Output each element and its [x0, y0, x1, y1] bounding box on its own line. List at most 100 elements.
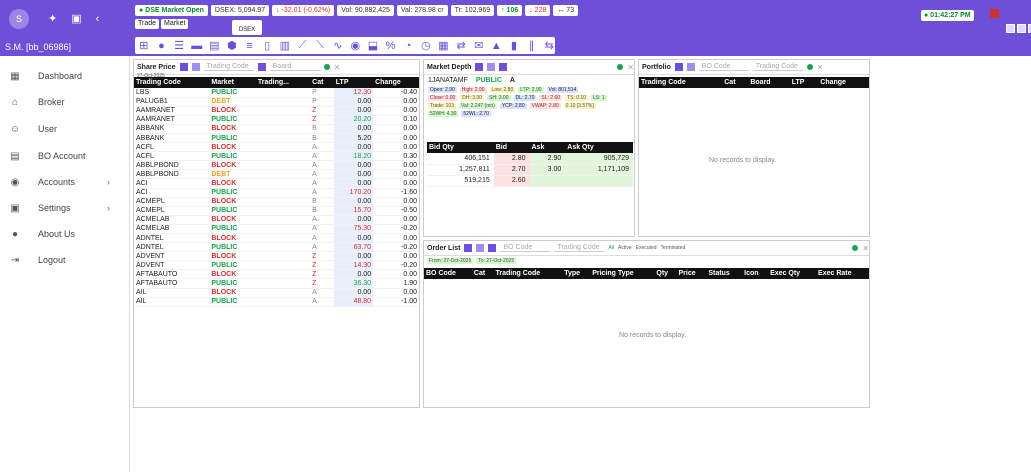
- column-header[interactable]: Exec Rate: [816, 268, 869, 279]
- from-date[interactable]: From: 27-Oct-2025: [427, 258, 474, 264]
- clock-icon[interactable]: ◷: [420, 39, 432, 52]
- table-row[interactable]: AIL BLOCK A 0.00 0.00: [134, 288, 419, 298]
- filter-terminated[interactable]: Terminated: [661, 245, 686, 251]
- shield-icon[interactable]: ⬢: [226, 39, 238, 52]
- table-row[interactable]: ABBANK PUBLIC B 5.20 0.00: [134, 133, 419, 144]
- grid-icon[interactable]: [674, 63, 683, 71]
- settings-icon[interactable]: ✦: [48, 13, 71, 25]
- filter-icon[interactable]: [686, 63, 695, 71]
- table-row[interactable]: ACFL PUBLIC A 18.20 0.30: [134, 151, 419, 162]
- person-icon[interactable]: ▲: [491, 40, 503, 52]
- table-row[interactable]: ACMEPL PUBLIC B 15.70 -0.50: [134, 206, 419, 216]
- trading-code-select[interactable]: Trading Code: [203, 63, 254, 71]
- grid-icon[interactable]: ▦: [438, 39, 450, 52]
- column-header[interactable]: Icon: [742, 268, 769, 279]
- column-header[interactable]: Change: [818, 77, 869, 88]
- column-header[interactable]: Exec Qty: [768, 268, 817, 279]
- sidebar-item-dashboard[interactable]: ▦ Dashboard: [0, 66, 130, 86]
- table-row[interactable]: ABBLPBOND BLOCK A 0.00 0.00: [134, 160, 419, 171]
- column-header[interactable]: Type: [562, 268, 591, 279]
- tab-trade[interactable]: Trade: [135, 19, 160, 29]
- bo-code-select[interactable]: BO Code: [500, 244, 551, 252]
- analysis-icon[interactable]: ∿: [332, 39, 344, 52]
- percent-icon[interactable]: %: [385, 40, 397, 52]
- sidebar-item-logout[interactable]: ⇥ Logout: [0, 250, 130, 270]
- table-row[interactable]: AFTABAUTO PUBLIC Z 36.30 1.90: [134, 278, 419, 289]
- close-icon[interactable]: ✕: [862, 244, 869, 253]
- filter-active[interactable]: Active: [618, 245, 632, 251]
- filter-icon[interactable]: [191, 63, 200, 71]
- bo-code-select[interactable]: BO Code: [698, 63, 749, 71]
- sidebar-item-user[interactable]: ☺ User: [0, 119, 130, 139]
- table-row[interactable]: AIL PUBLIC A 48.80 -1.00: [134, 297, 419, 307]
- collapse-icon[interactable]: ‹: [96, 13, 114, 25]
- filter-icon[interactable]: [488, 244, 497, 252]
- grid-icon[interactable]: [179, 63, 188, 71]
- depth-row[interactable]: 519,215 2.60: [427, 175, 633, 187]
- column-header[interactable]: LTP: [789, 77, 819, 88]
- column-header[interactable]: Cat: [722, 77, 749, 88]
- board-select[interactable]: Board: [269, 63, 320, 71]
- column-header[interactable]: Pricing Type: [590, 268, 655, 279]
- avatar[interactable]: S: [9, 9, 29, 29]
- news-icon[interactable]: ✉: [473, 39, 485, 52]
- table-row[interactable]: ACI BLOCK A 0.00 0.00: [134, 178, 419, 189]
- table-row[interactable]: ACMEPL BLOCK B 0.00 0.00: [134, 197, 419, 207]
- list-icon[interactable]: [499, 63, 508, 71]
- table-row[interactable]: ACMELAB BLOCK A 0.00 0.00: [134, 215, 419, 225]
- table-row[interactable]: PALUGB1 DEBT P 0.00 0.00: [134, 97, 419, 107]
- column-header[interactable]: LTP: [333, 77, 374, 88]
- grid-icon[interactable]: [464, 244, 473, 252]
- star-icon[interactable]: [1017, 24, 1026, 33]
- chart-icon[interactable]: ▥: [279, 39, 291, 52]
- column-header[interactable]: Trading Code: [493, 268, 563, 279]
- close-icon[interactable]: ✕: [817, 63, 824, 72]
- table-row[interactable]: ADNTEL PUBLIC A 63.70 -0.20: [134, 242, 419, 253]
- trading-code-select[interactable]: Trading Code: [554, 244, 605, 252]
- bookmark-icon[interactable]: ▮: [508, 39, 520, 52]
- trading-code-select[interactable]: Trading Code: [752, 63, 803, 71]
- depth-row[interactable]: 1,257,811 2.70 3.00 1,171,109: [427, 164, 633, 176]
- menu-icon[interactable]: ▣: [71, 13, 95, 25]
- column-header[interactable]: Board: [748, 77, 790, 88]
- column-header[interactable]: Change: [373, 77, 419, 88]
- dsex-mini-chart[interactable]: DSEX: [232, 20, 262, 35]
- table-row[interactable]: AFTABAUTO BLOCK Z 0.00 0.00: [134, 269, 419, 280]
- column-header[interactable]: Trading...: [255, 77, 311, 88]
- transfer-icon[interactable]: ⇄: [455, 39, 467, 52]
- market-select[interactable]: PUBLIC: [476, 77, 502, 84]
- cart-icon[interactable]: ⊞: [138, 39, 150, 52]
- document-icon[interactable]: ▯: [261, 39, 273, 52]
- table-row[interactable]: AAMRANET BLOCK Z 0.00 0.00: [134, 106, 419, 116]
- info-icon[interactable]: ●: [156, 40, 168, 52]
- alert-icon[interactable]: [990, 9, 999, 18]
- star-icon[interactable]: [257, 63, 266, 71]
- table-row[interactable]: AAMRANET PUBLIC Z 20.20 0.10: [134, 115, 419, 125]
- column-header[interactable]: Price: [676, 268, 707, 279]
- column-header[interactable]: Qty: [654, 268, 677, 279]
- table-row[interactable]: ADNTEL BLOCK A 0.00 0.00: [134, 233, 419, 244]
- sidebar-header-icons[interactable]: ✦▣‹: [48, 12, 113, 25]
- table-row[interactable]: ADVENT BLOCK Z 0.00 0.00: [134, 251, 419, 262]
- sidebar-item-broker[interactable]: ⌂ Broker: [0, 92, 130, 112]
- line-chart-icon[interactable]: ⟋: [297, 39, 309, 52]
- column-header[interactable]: Cat: [310, 77, 334, 88]
- sidebar-item-accounts[interactable]: ◉ Accounts ›: [0, 172, 130, 192]
- trend-icon[interactable]: ⟍: [314, 39, 326, 52]
- pie-icon[interactable]: ◔: [402, 40, 414, 52]
- table-row[interactable]: ACI PUBLIC A 170.20 -1.60: [134, 188, 419, 198]
- filter-all[interactable]: All: [608, 245, 614, 251]
- filter-executed[interactable]: Executed: [636, 245, 657, 251]
- column-header[interactable]: Trading Code: [639, 77, 723, 88]
- mail-icon[interactable]: [1006, 24, 1015, 33]
- refresh-icon[interactable]: [476, 244, 485, 252]
- table-row[interactable]: ACFL BLOCK A 0.00 0.00: [134, 142, 419, 153]
- table-row[interactable]: LBS PUBLIC P 12.30 -0.40: [134, 88, 419, 98]
- filter-icon[interactable]: [487, 63, 496, 71]
- column-header[interactable]: Status: [706, 268, 743, 279]
- inbox-icon[interactable]: ⬓: [367, 39, 379, 52]
- menu-icon[interactable]: ≡: [244, 40, 256, 52]
- circle-icon[interactable]: ◉: [350, 39, 362, 52]
- table-row[interactable]: ADVENT PUBLIC Z 14.30 -0.20: [134, 260, 419, 271]
- table-row[interactable]: ABBLPBOND DEBT A 0.00 0.00: [134, 169, 419, 180]
